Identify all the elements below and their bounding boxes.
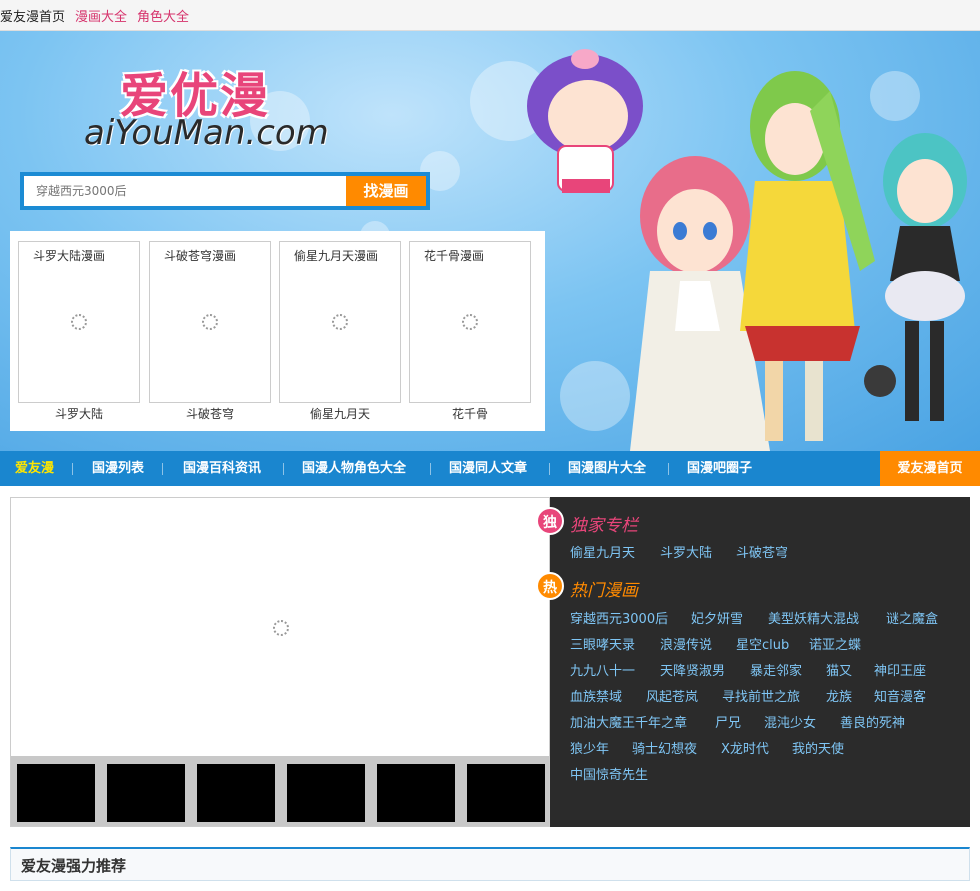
featured-card[interactable]: 偷星九月天漫画 <box>279 241 401 403</box>
loading-spinner-icon <box>462 314 478 330</box>
hot-link[interactable]: 暴走邻家 <box>750 660 802 679</box>
top-link-character-list[interactable]: 角色大全 <box>137 6 189 25</box>
hot-link[interactable]: 龙族 <box>826 686 852 705</box>
nav-separator <box>72 463 73 475</box>
search-input[interactable] <box>28 178 346 204</box>
slider-thumbnail[interactable] <box>197 764 275 822</box>
hot-link[interactable]: 狼少年 <box>570 738 609 757</box>
hot-link[interactable]: 九九八十一 <box>570 660 635 679</box>
loading-spinner-icon <box>273 620 289 636</box>
top-link-manga-list[interactable]: 漫画大全 <box>75 6 127 25</box>
hot-link[interactable]: 知音漫客 <box>874 686 926 705</box>
exclusive-link[interactable]: 偷星九月天 <box>570 542 635 561</box>
nav-home-button[interactable]: 爱友漫首页 <box>880 451 980 486</box>
featured-card[interactable]: 斗罗大陆漫画 <box>18 241 140 403</box>
hot-link[interactable]: 尸兄 <box>715 712 741 731</box>
slider-thumbnail[interactable] <box>17 764 95 822</box>
exclusive-badge: 独 <box>536 507 564 535</box>
top-links-bar: 爱友漫首页 漫画大全 角色大全 <box>0 0 980 31</box>
hot-link[interactable]: 神印王座 <box>874 660 926 679</box>
hot-link[interactable]: 诺亚之蝶 <box>809 634 861 653</box>
loading-spinner-icon <box>71 314 87 330</box>
featured-card-title: 斗破苍穹漫画 <box>164 249 237 263</box>
featured-comics: 斗罗大陆漫画 斗罗大陆 斗破苍穹漫画 斗破苍穹 偷星九月天漫画 偷星九月天 花千… <box>10 231 545 431</box>
hot-link[interactable]: 谜之魔盒 <box>886 608 938 627</box>
featured-caption[interactable]: 偷星九月天 <box>279 405 401 422</box>
nav-item-pictures[interactable]: 国漫图片大全 <box>568 451 646 486</box>
nav-item-community[interactable]: 国漫吧圈子 <box>687 451 752 486</box>
main-nav: 爱友漫 国漫列表 国漫百科资讯 国漫人物角色大全 国漫同人文章 国漫图片大全 国… <box>0 451 980 486</box>
hot-link[interactable]: 寻找前世之旅 <box>722 686 800 705</box>
nav-separator <box>283 463 284 475</box>
exclusive-link[interactable]: 斗破苍穹 <box>736 542 788 561</box>
featured-caption[interactable]: 斗罗大陆 <box>18 405 140 422</box>
featured-card-title: 偷星九月天漫画 <box>294 249 379 263</box>
hot-link[interactable]: 风起苍岚 <box>646 686 698 705</box>
featured-caption[interactable]: 斗破苍穹 <box>149 405 271 422</box>
hot-title: 热门漫画 <box>570 581 638 601</box>
anime-characters-illustration <box>527 49 967 451</box>
nav-separator <box>668 463 669 475</box>
nav-separator <box>549 463 550 475</box>
slider-thumbnail[interactable] <box>377 764 455 822</box>
nav-item-manga-list[interactable]: 国漫列表 <box>92 451 144 486</box>
recommend-title: 爱友漫强力推荐 <box>21 857 127 875</box>
slider-thumbnail[interactable] <box>107 764 185 822</box>
hot-link[interactable]: 妃夕妍雪 <box>691 608 743 627</box>
nav-separator <box>430 463 431 475</box>
site-logo-domain[interactable]: aiYouMan.com <box>84 113 329 153</box>
nav-item-characters[interactable]: 国漫人物角色大全 <box>302 451 406 486</box>
hot-link[interactable]: 猫又 <box>826 660 852 679</box>
slider-thumbnails <box>11 756 549 826</box>
loading-spinner-icon <box>332 314 348 330</box>
nav-separator <box>162 463 163 475</box>
nav-item-encyclopedia[interactable]: 国漫百科资讯 <box>183 451 261 486</box>
hot-link[interactable]: 美型妖精大混战 <box>768 608 859 627</box>
hot-link[interactable]: 中国惊奇先生 <box>570 764 648 783</box>
featured-card-title: 花千骨漫画 <box>424 249 485 263</box>
hot-link[interactable]: 血族禁域 <box>570 686 622 705</box>
featured-card[interactable]: 斗破苍穹漫画 <box>149 241 271 403</box>
top-link-home[interactable]: 爱友漫首页 <box>0 6 65 25</box>
search-button[interactable]: 找漫画 <box>346 176 426 206</box>
featured-card-title: 斗罗大陆漫画 <box>33 249 106 263</box>
header-banner: 爱优漫 aiYouMan.com 找漫画 斗罗大陆漫画 斗罗大陆 斗破苍穹漫画 … <box>0 31 980 451</box>
loading-spinner-icon <box>202 314 218 330</box>
hot-link[interactable]: 善良的死神 <box>840 712 905 731</box>
hot-link[interactable]: X龙时代 <box>721 738 769 757</box>
hot-badge: 热 <box>536 572 564 600</box>
slider-thumbnail[interactable] <box>287 764 365 822</box>
side-panel: 独 独家专栏 偷星九月天 斗罗大陆 斗破苍穹 热 热门漫画 穿越西元3000后 … <box>536 497 970 827</box>
recommend-section-header: 爱友漫强力推荐 <box>10 847 970 881</box>
hot-link[interactable]: 穿越西元3000后 <box>570 608 668 627</box>
exclusive-title: 独家专栏 <box>570 516 638 536</box>
hot-link[interactable]: 混沌少女 <box>764 712 816 731</box>
exclusive-link[interactable]: 斗罗大陆 <box>660 542 712 561</box>
hot-link[interactable]: 三眼哮天录 <box>570 634 635 653</box>
hot-link[interactable]: 加油大魔王千年之章 <box>570 712 687 731</box>
hot-link[interactable]: 我的天使 <box>792 738 844 757</box>
nav-item-fan-articles[interactable]: 国漫同人文章 <box>449 451 527 486</box>
slider-thumbnail[interactable] <box>467 764 545 822</box>
hot-link[interactable]: 星空club <box>736 634 789 653</box>
nav-item-aiyouman[interactable]: 爱友漫 <box>15 451 54 486</box>
hot-link[interactable]: 天降贤淑男 <box>660 660 725 679</box>
hot-link[interactable]: 骑士幻想夜 <box>632 738 697 757</box>
image-slider[interactable] <box>10 497 550 827</box>
search-box: 找漫画 <box>20 172 430 210</box>
hot-link[interactable]: 浪漫传说 <box>660 634 712 653</box>
